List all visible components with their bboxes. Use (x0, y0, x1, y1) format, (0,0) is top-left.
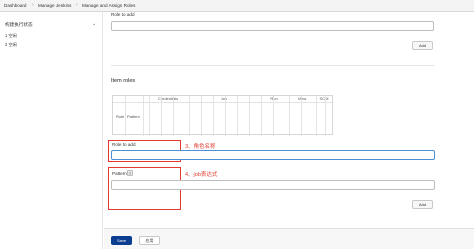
matrix-divider (213, 96, 214, 136)
matrix-divider (237, 96, 238, 136)
item-roles-title: Item roles (111, 78, 136, 84)
item-roles-matrix: Credentials Job Run View SCM Role Patter… (112, 95, 334, 136)
save-button[interactable]: Save (111, 236, 132, 245)
matrix-divider (325, 96, 326, 136)
matrix-divider (149, 96, 150, 136)
item-role-input[interactable] (111, 150, 435, 160)
matrix-divider (201, 96, 202, 136)
item-role-to-add-label: Role to add (112, 142, 136, 147)
global-role-input[interactable] (111, 21, 434, 31)
breadcrumb-manage-jenkins[interactable]: Manage Jenkins (38, 3, 71, 8)
sidebar: 构建执行状态 ⌄ 1 空闲 2 空闲 (0, 12, 103, 249)
matrix-divider (301, 96, 302, 136)
matrix-divider (316, 96, 317, 136)
executor-status-title[interactable]: 构建执行状态 (5, 22, 33, 28)
breadcrumb: Dashboard › Manage Jenkins › Manage and … (0, 0, 474, 12)
executor-item: 2 空闲 (5, 42, 17, 47)
matrix-divider (249, 96, 250, 136)
matrix-row-pattern: Pattern (127, 114, 140, 119)
matrix-divider (261, 96, 262, 136)
pattern-label: Pattern (112, 171, 127, 176)
breadcrumb-separator-icon: › (76, 2, 78, 8)
help-icon[interactable]: ? (127, 170, 133, 176)
matrix-divider (189, 96, 190, 136)
matrix-divider (143, 96, 144, 136)
matrix-divider (173, 96, 174, 136)
item-add-button[interactable]: Add (412, 200, 433, 209)
global-add-button[interactable]: Add (412, 41, 433, 50)
matrix-divider (161, 96, 162, 136)
matrix-divider (125, 96, 126, 136)
breadcrumb-dashboard[interactable]: Dashboard (4, 3, 26, 8)
matrix-divider (225, 96, 226, 136)
apply-button[interactable]: 应用 (139, 236, 160, 245)
breadcrumb-manage-roles[interactable]: Manage and Assign Roles (82, 3, 135, 8)
pattern-input[interactable] (111, 180, 435, 190)
matrix-divider (289, 96, 290, 136)
matrix-divider (273, 96, 274, 136)
breadcrumb-separator-icon: › (32, 2, 34, 8)
role-annotation: 3、角色名称 (185, 144, 216, 150)
matrix-row-role: Role (116, 114, 125, 119)
pattern-annotation: 4、job表达式 (185, 172, 218, 178)
form-footer: Save 应用 (104, 228, 474, 249)
executor-item: 1 空闲 (5, 33, 17, 38)
global-role-to-add-label: Role to add (111, 12, 135, 17)
chevron-down-icon[interactable]: ⌄ (92, 21, 96, 27)
main-content: Role to add Add Item roles Credentials J… (104, 12, 474, 249)
section-divider (111, 65, 434, 66)
